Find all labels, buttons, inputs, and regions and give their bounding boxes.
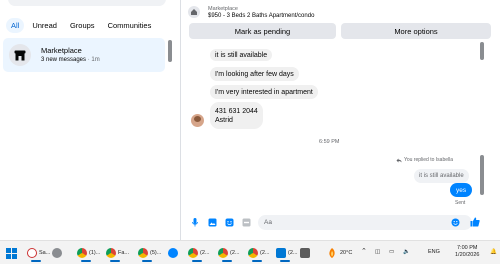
composer-bar: Aa <box>182 212 500 234</box>
thumbs-up-icon[interactable] <box>470 217 480 227</box>
taskbar-app-10[interactable]: (2... <box>276 244 297 262</box>
incoming-message: I'm very interested in apartment <box>210 85 318 99</box>
microphone-icon[interactable] <box>190 217 200 227</box>
taskbar-label: (2... <box>288 250 298 256</box>
taskbar-app-1[interactable]: Sa... <box>27 244 50 262</box>
outgoing-message: yes <box>450 183 473 197</box>
windows-icon <box>6 247 17 259</box>
chrome-icon <box>188 248 198 258</box>
conversation-panel: Marketplace $950 - 3 Beds 2 Baths Apartm… <box>182 0 500 240</box>
chrome-icon <box>138 248 148 258</box>
taskbar-app-4[interactable]: Fa... <box>106 244 129 262</box>
conversation-title: Marketplace <box>41 46 82 55</box>
taskbar-app-7[interactable]: (2... <box>188 244 209 262</box>
chrome-icon <box>106 248 116 258</box>
sender-avatar[interactable] <box>191 114 204 127</box>
clock-date: 1/20/2026 <box>455 252 480 258</box>
unread-count-text: 3 new messages <box>41 57 87 63</box>
taskbar-label: Sa... <box>39 250 51 256</box>
more-options-button[interactable]: More options <box>341 23 491 39</box>
message-timestamp: 6:59 PM <box>319 139 340 145</box>
taskbar-app-11[interactable] <box>300 244 310 262</box>
shop-icon <box>14 50 26 60</box>
chat-list-scrollbar[interactable] <box>168 40 172 62</box>
app-icon <box>300 248 310 258</box>
conversation-subtitle: 3 new messages · 1m <box>41 57 100 63</box>
chrome-icon <box>248 248 258 258</box>
conversation-item-marketplace[interactable]: Marketplace 3 new messages · 1m <box>3 38 165 72</box>
incoming-message: it is still available <box>210 49 273 61</box>
taskbar-app-3[interactable]: (1)... <box>77 244 100 262</box>
marketplace-avatar <box>9 44 31 66</box>
filter-all[interactable]: All <box>6 18 25 33</box>
app-icon <box>27 248 37 258</box>
taskbar-label: Fa... <box>118 250 130 256</box>
volume-icon[interactable]: 🔈 <box>403 249 410 255</box>
taskbar-label: (2... <box>230 250 240 256</box>
app-window: All Unread Groups Communities Marketplac… <box>0 0 500 264</box>
filter-communities[interactable]: Communities <box>103 18 157 33</box>
app-icon <box>52 248 62 258</box>
message-input[interactable]: Aa <box>258 215 472 230</box>
taskbar: Sa... (1)... Fa... (5)... (2... (2... (2… <box>0 240 500 264</box>
battery-icon[interactable]: ▭ <box>389 249 394 255</box>
taskbar-label: (2... <box>200 250 210 256</box>
conversation-scrollbar-top[interactable] <box>480 42 484 60</box>
reply-icon <box>396 158 402 162</box>
emoji-icon[interactable] <box>450 217 460 227</box>
house-icon <box>191 9 197 15</box>
image-icon[interactable] <box>207 217 217 227</box>
filter-chips: All Unread Groups Communities <box>6 18 156 33</box>
listing-header[interactable]: Marketplace $950 - 3 Beds 2 Baths Apartm… <box>188 2 314 22</box>
search-input[interactable] <box>8 0 166 6</box>
app-icon <box>276 248 286 258</box>
taskbar-app-2[interactable] <box>52 244 62 262</box>
quoted-message[interactable]: it is still available <box>414 169 469 183</box>
chat-list-panel: All Unread Groups Communities Marketplac… <box>0 0 181 240</box>
incoming-message: I'm looking after few days <box>210 67 299 81</box>
reply-note-text: You replied to Isabella <box>404 157 454 163</box>
clock[interactable]: 7:00 PM 1/20/2026 <box>455 245 479 259</box>
weather-widget[interactable]: 20°C <box>326 244 352 262</box>
mark-as-pending-button[interactable]: Mark as pending <box>189 23 336 39</box>
conversation-scrollbar[interactable] <box>480 155 484 195</box>
taskbar-app-9[interactable]: (2... <box>248 244 269 262</box>
taskbar-label: (1)... <box>89 250 101 256</box>
sent-status: Sent <box>455 200 466 206</box>
messenger-icon <box>168 248 178 258</box>
taskbar-app-8[interactable]: (2... <box>218 244 239 262</box>
taskbar-app-6[interactable] <box>168 244 178 262</box>
incoming-message: 431 631 2044 Astrid <box>210 102 263 129</box>
taskbar-label: (5)... <box>150 250 162 256</box>
notification-icon[interactable]: 🔔 <box>490 249 497 255</box>
conversation-time: · 1m <box>87 57 100 63</box>
message-line: Astrid <box>215 116 233 124</box>
temperature-text: 20°C <box>340 250 353 256</box>
filter-unread[interactable]: Unread <box>27 18 62 33</box>
show-hidden-icons-icon[interactable]: ⌃ <box>361 247 367 255</box>
filter-groups[interactable]: Groups <box>65 18 100 33</box>
clock-time: 7:00 PM <box>456 245 478 251</box>
listing-title: $950 - 3 Beds 2 Baths Apartment/condo <box>208 12 315 19</box>
message-line: 431 631 2044 <box>215 107 258 115</box>
taskbar-label: (2... <box>260 250 270 256</box>
chrome-icon <box>218 248 228 258</box>
taskbar-app-5[interactable]: (5)... <box>138 244 161 262</box>
listing-source: Marketplace <box>208 5 238 12</box>
language-indicator[interactable]: ENG <box>428 249 440 255</box>
listing-icon <box>188 6 200 18</box>
reply-note: You replied to Isabella <box>396 157 453 163</box>
gif-icon[interactable] <box>241 217 251 227</box>
start-button[interactable] <box>6 244 17 262</box>
weather-icon <box>329 248 335 258</box>
tray-icon[interactable]: ◫ <box>375 249 380 255</box>
chrome-icon <box>77 248 87 258</box>
sticker-icon[interactable] <box>224 217 234 227</box>
